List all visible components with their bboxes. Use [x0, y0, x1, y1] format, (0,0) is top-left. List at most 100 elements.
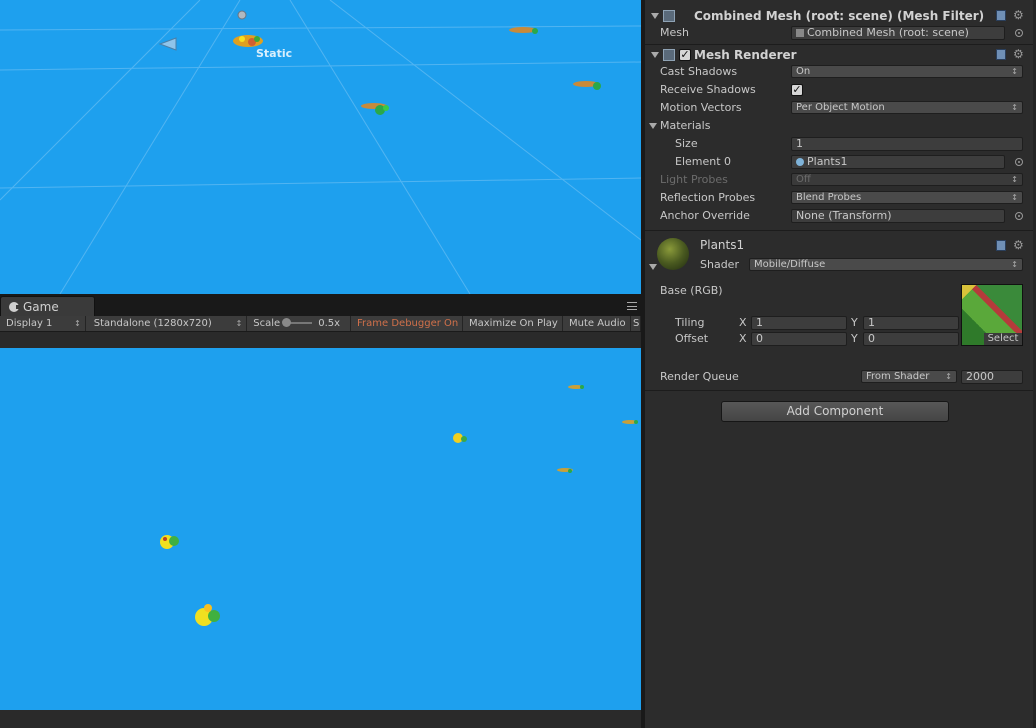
- foldout-arrow-icon[interactable]: [651, 13, 659, 19]
- tiling-y-label: Y: [851, 316, 858, 329]
- mesh-renderer-header[interactable]: ✓ Mesh Renderer ⚙: [645, 46, 1036, 64]
- cast-shadows-row: Cast Shadows On: [645, 63, 1036, 81]
- game-tabbar: Game: [0, 294, 641, 316]
- resolution-select[interactable]: Standalone (1280x720): [86, 316, 248, 331]
- object-picker-icon[interactable]: [1015, 158, 1023, 166]
- reflection-probes-label: Reflection Probes: [660, 191, 756, 204]
- shader-row: Shader Mobile/Diffuse: [645, 256, 1036, 274]
- shader-label: Shader: [700, 258, 739, 271]
- maximize-on-play-toggle[interactable]: Maximize On Play: [463, 316, 563, 331]
- foldout-arrow-icon[interactable]: [649, 123, 657, 129]
- object-picker-icon[interactable]: [1015, 212, 1023, 220]
- separator: [645, 390, 1036, 391]
- separator: [645, 230, 1036, 231]
- cast-shadows-label: Cast Shadows: [660, 65, 738, 78]
- scale-value: 0.5x: [318, 317, 341, 329]
- mesh-field[interactable]: Combined Mesh (root: scene): [791, 26, 1005, 40]
- frame-debugger-toggle[interactable]: Frame Debugger On: [351, 316, 463, 331]
- tiling-x-label: X: [739, 316, 747, 329]
- cast-shadows-dropdown[interactable]: On: [791, 65, 1023, 78]
- render-queue-mode-dropdown[interactable]: From Shader: [861, 370, 957, 383]
- scene-grid: [0, 0, 641, 294]
- mesh-label: Mesh: [660, 26, 689, 39]
- plant-object: [509, 27, 538, 34]
- object-picker-icon[interactable]: [1015, 29, 1023, 37]
- plant-object: [557, 468, 573, 473]
- mesh-renderer-enabled-checkbox[interactable]: ✓: [679, 49, 691, 61]
- stats-label: S: [633, 317, 640, 329]
- plant-object: [195, 604, 220, 626]
- mesh-filter-title: Combined Mesh (root: scene) (Mesh Filter…: [694, 9, 985, 23]
- scale-control[interactable]: Scale 0.5x: [247, 316, 351, 331]
- receive-shadows-checkbox[interactable]: ✓: [791, 84, 803, 96]
- game-letterbox-top: [0, 332, 641, 348]
- size-field[interactable]: 1: [791, 137, 1023, 151]
- motion-vectors-dropdown[interactable]: Per Object Motion: [791, 101, 1023, 114]
- base-rgb-label: Base (RGB): [660, 284, 723, 297]
- foldout-arrow-icon[interactable]: [651, 52, 659, 58]
- render-queue-row: Render Queue From Shader 2000: [645, 368, 1036, 386]
- render-queue-label: Render Queue: [660, 370, 739, 383]
- help-book-icon[interactable]: [996, 49, 1006, 60]
- help-book-icon[interactable]: [996, 240, 1006, 251]
- mesh-renderer-title: Mesh Renderer: [694, 48, 797, 62]
- resolution-select-label: Standalone (1280x720): [93, 317, 212, 329]
- element0-field[interactable]: Plants1: [791, 155, 1005, 169]
- scene-view[interactable]: Static: [0, 0, 641, 294]
- reflection-probes-row: Reflection Probes Blend Probes: [645, 189, 1036, 207]
- materials-row[interactable]: Materials: [645, 117, 1036, 135]
- separator: [645, 44, 1036, 45]
- light-gizmo-icon[interactable]: [235, 8, 249, 22]
- scale-label: Scale: [253, 317, 281, 329]
- shader-dropdown[interactable]: Mobile/Diffuse: [749, 258, 1023, 271]
- game-view[interactable]: [0, 348, 641, 710]
- static-label: Static: [256, 47, 293, 60]
- gear-icon[interactable]: ⚙: [1013, 9, 1024, 21]
- game-toolbar: Display 1 Standalone (1280x720) Scale 0.5…: [0, 316, 641, 332]
- tab-game-label: Game: [23, 300, 59, 314]
- mesh-filter-icon: [663, 10, 675, 22]
- motion-vectors-row: Motion Vectors Per Object Motion: [645, 99, 1036, 117]
- add-component-button[interactable]: Add Component: [721, 401, 949, 422]
- frame-debugger-label: Frame Debugger On: [357, 317, 459, 329]
- offset-row: Offset X 0 Y 0: [645, 330, 1036, 348]
- tiling-label: Tiling: [675, 316, 705, 329]
- anchor-override-field[interactable]: None (Transform): [791, 209, 1005, 223]
- tiling-x-field[interactable]: 1: [751, 316, 847, 330]
- motion-vectors-label: Motion Vectors: [660, 101, 742, 114]
- material-icon: [796, 158, 804, 166]
- panel-menu-icon[interactable]: [627, 302, 637, 310]
- offset-y-field[interactable]: 0: [863, 332, 959, 346]
- anchor-override-label: Anchor Override: [660, 209, 750, 222]
- anchor-override-row: Anchor Override None (Transform): [645, 207, 1036, 225]
- offset-x-field[interactable]: 0: [751, 332, 847, 346]
- scale-slider[interactable]: [282, 317, 313, 327]
- mesh-field-value: Combined Mesh (root: scene): [807, 26, 969, 39]
- offset-x-label: X: [739, 332, 747, 345]
- mute-audio-toggle[interactable]: Mute Audio: [563, 316, 631, 331]
- mesh-renderer-icon: [663, 49, 675, 61]
- reflection-probes-dropdown[interactable]: Blend Probes: [791, 191, 1023, 204]
- stats-toggle[interactable]: S: [631, 316, 641, 331]
- gear-icon[interactable]: ⚙: [1013, 48, 1024, 60]
- size-row: Size 1: [645, 135, 1036, 153]
- camera-gizmo-icon[interactable]: [158, 36, 178, 52]
- scale-slider-thumb[interactable]: [282, 317, 292, 327]
- plant-object: [453, 433, 467, 443]
- plant-object: [361, 103, 389, 115]
- offset-y-label: Y: [851, 332, 858, 345]
- help-book-icon[interactable]: [996, 10, 1006, 21]
- render-queue-field[interactable]: 2000: [961, 370, 1023, 384]
- offset-label: Offset: [675, 332, 709, 345]
- mesh-filter-header[interactable]: Combined Mesh (root: scene) (Mesh Filter…: [645, 7, 1036, 25]
- receive-shadows-row: Receive Shadows ✓: [645, 81, 1036, 99]
- gear-icon[interactable]: ⚙: [1013, 239, 1024, 251]
- display-select[interactable]: Display 1: [0, 316, 86, 331]
- tab-game[interactable]: Game: [0, 296, 95, 316]
- maximize-on-play-label: Maximize On Play: [469, 317, 558, 329]
- mute-audio-label: Mute Audio: [569, 317, 626, 329]
- element0-value: Plants1: [807, 155, 848, 168]
- game-letterbox-bottom: [0, 710, 641, 728]
- tiling-y-field[interactable]: 1: [863, 316, 959, 330]
- plant-object: [160, 535, 179, 549]
